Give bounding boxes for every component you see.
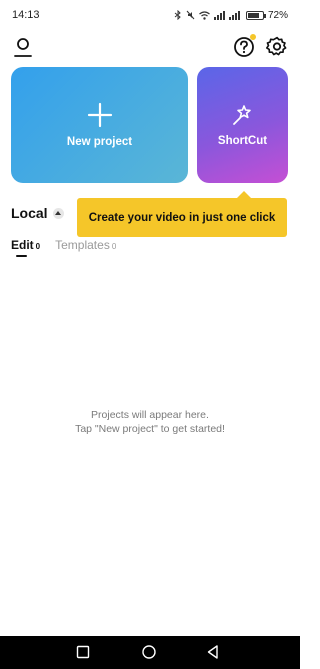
- status-bar: 14:13 72%: [0, 0, 300, 30]
- tooltip-arrow: [237, 191, 251, 198]
- battery-icon: [245, 10, 266, 20]
- recents-square-icon[interactable]: [75, 644, 91, 660]
- shortcut-tooltip[interactable]: Create your video in just one click: [77, 198, 287, 237]
- signal-icon: [213, 10, 225, 20]
- home-circle-icon[interactable]: [141, 644, 157, 660]
- wifi-icon: [199, 10, 210, 20]
- shortcut-button[interactable]: ShortCut: [197, 67, 288, 183]
- new-project-button[interactable]: New project: [11, 67, 188, 183]
- local-title: Local: [11, 205, 48, 221]
- active-tab-indicator: [16, 255, 27, 257]
- system-nav-bar: [0, 636, 300, 669]
- help-notification-dot: [250, 34, 256, 40]
- empty-state-line-2: Tap "New project" to get started!: [75, 423, 225, 435]
- tab-templates-count: 0: [111, 242, 117, 251]
- magic-wand-icon: [232, 105, 251, 125]
- top-header: [0, 34, 300, 60]
- tab-edit-label: Edit: [11, 238, 34, 252]
- profile-icon[interactable]: [12, 36, 34, 58]
- status-icons: 72%: [174, 10, 288, 21]
- plus-icon: [87, 102, 112, 128]
- tab-templates[interactable]: Templates 0: [55, 238, 116, 252]
- empty-state: Projects will appear here. Tap "New proj…: [0, 408, 300, 436]
- tab-templates-label: Templates: [55, 238, 110, 252]
- settings-icon[interactable]: [266, 36, 288, 58]
- battery-percent: 72%: [267, 9, 288, 21]
- tooltip-text: Create your video in just one click: [88, 211, 276, 224]
- signal-icon: [228, 10, 240, 20]
- back-triangle-icon[interactable]: [205, 644, 221, 660]
- local-section-header[interactable]: Local: [11, 205, 64, 221]
- bluetooth-icon: [174, 10, 181, 20]
- tab-edit-count: 0: [35, 242, 41, 251]
- mute-icon: [186, 10, 195, 20]
- project-tabs: Edit 0 Templates 0: [11, 238, 116, 252]
- caret-up-icon: [52, 207, 64, 219]
- new-project-label: New project: [66, 136, 133, 148]
- empty-state-line-1: Projects will appear here.: [91, 409, 209, 421]
- status-time: 14:13: [12, 9, 40, 21]
- tab-edit[interactable]: Edit 0: [11, 238, 40, 252]
- app-screen: 14:13 72% New project ShortCut Local Cre…: [0, 0, 300, 669]
- shortcut-label: ShortCut: [217, 135, 268, 147]
